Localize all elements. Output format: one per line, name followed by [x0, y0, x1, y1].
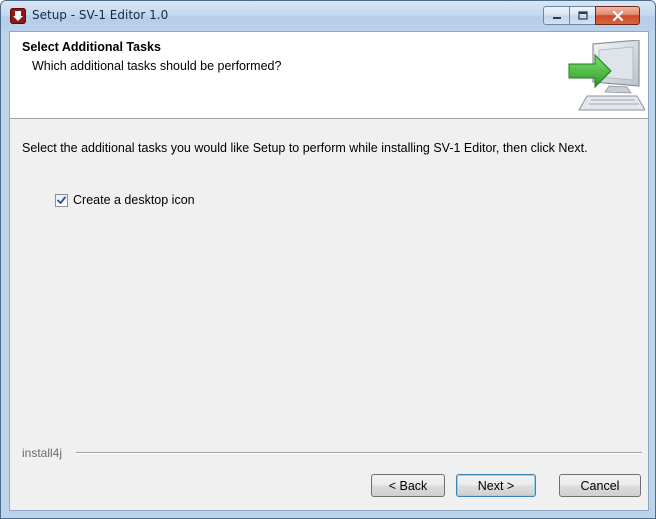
window-title: Setup - SV-1 Editor 1.0: [32, 8, 169, 22]
computer-with-arrow-icon: [568, 40, 645, 111]
instructions-text: Select the additional tasks you would li…: [22, 141, 588, 155]
desktop-icon-label[interactable]: Create a desktop icon: [73, 193, 195, 207]
wizard-header: Select Additional Tasks Which additional…: [10, 32, 648, 119]
desktop-icon-checkbox[interactable]: [55, 193, 68, 207]
minimize-button[interactable]: [543, 6, 570, 25]
maximize-button[interactable]: [569, 6, 596, 25]
installer-app-icon: [10, 8, 26, 24]
task-option-desktop-icon[interactable]: Create a desktop icon: [55, 192, 195, 208]
maximize-icon: [577, 11, 588, 20]
page-subtitle: Which additional tasks should be perform…: [32, 59, 282, 73]
minimize-icon: [552, 16, 561, 19]
checkmark-icon: [57, 196, 66, 204]
title-bar[interactable]: Setup - SV-1 Editor 1.0: [1, 1, 655, 31]
footer-separator: [76, 452, 642, 454]
close-icon: [612, 10, 623, 21]
wizard-content: Select Additional Tasks Which additional…: [9, 31, 649, 511]
next-button[interactable]: Next >: [456, 474, 536, 497]
page-title: Select Additional Tasks: [22, 40, 161, 54]
installer-brand-label: install4j: [22, 446, 63, 460]
back-button[interactable]: < Back: [371, 474, 445, 497]
cancel-button[interactable]: Cancel: [559, 474, 641, 497]
close-button[interactable]: [595, 6, 640, 25]
setup-window: Setup - SV-1 Editor 1.0 Select Additiona…: [0, 0, 656, 519]
